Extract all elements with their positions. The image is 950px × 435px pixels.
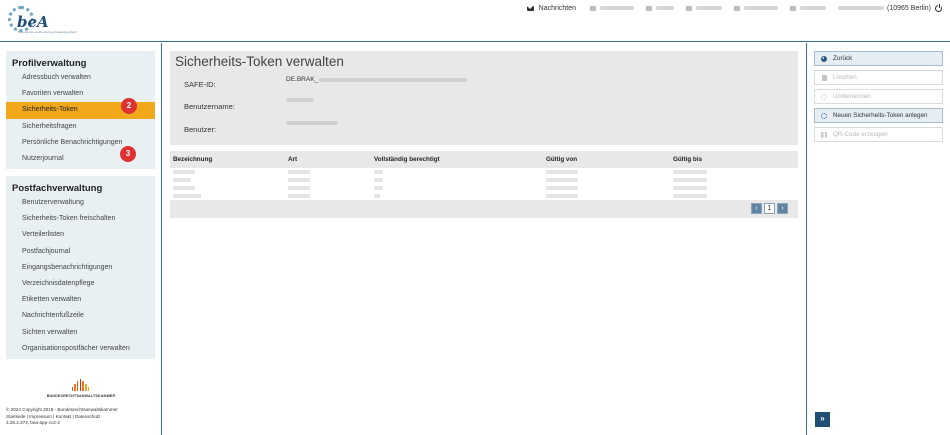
sidebar-item-nachrichtenfusszeile[interactable]: Nachrichtenfußzeile: [6, 308, 155, 324]
app-header: beA Besonderes elektronisches Anwaltspos…: [0, 0, 950, 42]
sidebar: Profilverwaltung Adressbuch verwalten Fa…: [0, 43, 162, 435]
sidebar-item-benutzerverwaltung[interactable]: Benutzerverwaltung: [6, 195, 155, 211]
mailbox-section: Postfachverwaltung Benutzerverwaltung Si…: [6, 176, 155, 359]
safe-id-label: SAFE-ID:: [184, 80, 216, 89]
nav-messages[interactable]: Nachrichten: [526, 4, 577, 12]
mailbox-section-title: Postfachverwaltung: [12, 183, 103, 194]
delete-button-label: Löschen: [833, 74, 857, 81]
token-table: Bezeichnung Art Vollständig berechtigt G…: [170, 151, 798, 218]
user-label: Benutzer:: [184, 125, 217, 134]
brak-logo-icon: [6, 379, 156, 391]
prev-page-button[interactable]: ‹: [751, 203, 762, 214]
redacted-username: [286, 98, 314, 102]
nav-item-redacted-4[interactable]: [734, 5, 779, 11]
step-badge-3: 3: [120, 146, 136, 162]
username-label: Benutzername:: [184, 102, 235, 111]
sidebar-item-eingangsbenachrichtigungen[interactable]: Eingangsbenachrichtigungen: [6, 260, 155, 276]
safe-id-value: DE.BRAK_: [286, 76, 468, 83]
sidebar-item-postfachjournal[interactable]: Postfachjournal: [6, 244, 155, 260]
back-arrow-icon: [821, 55, 827, 62]
brak-name: BUNDESRECHTSANWALTSKAMMER: [46, 394, 116, 398]
safe-id-prefix: DE.BRAK_: [286, 76, 319, 83]
nav-item-redacted-1[interactable]: [590, 5, 635, 11]
envelope-icon: [526, 5, 534, 11]
column-header-art[interactable]: Art: [288, 156, 297, 163]
nav-user-label: (10965 Berlin): [887, 4, 931, 12]
redacted-user: [286, 121, 338, 125]
sidebar-item-token-freischalten[interactable]: Sicherheits-Token freischalten: [6, 211, 155, 227]
sidebar-item-sichten[interactable]: Sichten verwalten: [6, 325, 155, 341]
bea-logo[interactable]: beA Besonderes elektronisches Anwaltspos…: [8, 6, 77, 34]
nav-user[interactable]: (10965 Berlin): [838, 3, 942, 12]
logo-text: beA: [17, 13, 49, 31]
user-value: [286, 121, 338, 125]
back-button[interactable]: Zurück: [814, 51, 943, 66]
table-row[interactable]: [170, 168, 798, 176]
action-panel: Zurück Löschen Umbenennen Neuen Sicherhe…: [806, 43, 950, 435]
redacted-icon: [686, 5, 693, 11]
redacted-icon: [646, 5, 653, 11]
column-header-bezeichnung[interactable]: Bezeichnung: [173, 156, 212, 163]
top-navigation: Nachrichten (10965 Berlin): [526, 3, 942, 13]
redacted-icon: [590, 5, 597, 11]
table-row[interactable]: [170, 192, 798, 200]
username-value: [286, 98, 314, 102]
redacted-icon: [790, 5, 797, 11]
nav-messages-label: Nachrichten: [538, 4, 577, 12]
sidebar-item-sicherheitsfragen[interactable]: Sicherheitsfragen: [6, 119, 155, 135]
back-button-label: Zurück: [833, 55, 853, 62]
qr-code-button[interactable]: QR-Code erzeugen: [814, 127, 943, 142]
step-badge-2: 2: [121, 98, 137, 114]
redacted-safe-id: [319, 77, 468, 82]
power-icon[interactable]: [935, 3, 942, 12]
column-header-berechtigt[interactable]: Vollständig berechtigt: [374, 156, 440, 163]
footer-version: 3.28.2.373, bea-app-cc2-2: [6, 420, 60, 425]
page-number-1[interactable]: 1: [764, 203, 775, 214]
column-header-gueltig-bis[interactable]: Gültig bis: [673, 156, 702, 163]
expand-panel-button[interactable]: »: [815, 412, 830, 427]
qr-code-icon: [821, 131, 827, 138]
redacted-user-name: [838, 6, 885, 10]
profile-section-title: Profilverwaltung: [12, 58, 87, 69]
next-page-button[interactable]: ›: [777, 203, 788, 214]
sidebar-item-adressbuch[interactable]: Adressbuch verwalten: [6, 70, 155, 86]
nav-item-redacted-2[interactable]: [646, 5, 675, 11]
nav-item-redacted-3[interactable]: [686, 5, 723, 11]
redacted-text: [656, 6, 675, 10]
token-info-panel: Sicherheits-Token verwalten SAFE-ID: DE.…: [170, 51, 798, 145]
new-token-button[interactable]: Neuen Sicherheits-Token anlegen: [814, 108, 943, 123]
redacted-text: [744, 6, 779, 10]
table-body: [170, 168, 798, 200]
main-content: Sicherheits-Token verwalten SAFE-ID: DE.…: [163, 43, 806, 435]
trash-icon: [821, 74, 827, 81]
table-row[interactable]: [170, 176, 798, 184]
gear-icon: [821, 112, 827, 119]
redacted-icon: [734, 5, 741, 11]
redacted-text: [800, 6, 827, 10]
sidebar-item-organisationspostfaecher[interactable]: Organisationspostfächer verwalten: [6, 341, 155, 357]
qr-code-button-label: QR-Code erzeugen: [833, 131, 888, 138]
nav-item-redacted-5[interactable]: [790, 5, 827, 11]
table-row[interactable]: [170, 184, 798, 192]
logo-tagline: Besonderes elektronisches Anwaltspostfac…: [18, 30, 77, 34]
new-token-button-label: Neuen Sicherheits-Token anlegen: [833, 112, 928, 119]
sidebar-item-verteilerlisten[interactable]: Verteilerlisten: [6, 227, 155, 243]
sidebar-item-etiketten[interactable]: Etiketten verwalten: [6, 292, 155, 308]
sidebar-item-verzeichnisdatenpflege[interactable]: Verzeichnisdatenpflege: [6, 276, 155, 292]
delete-button[interactable]: Löschen: [814, 70, 943, 85]
rename-button[interactable]: Umbenennen: [814, 89, 943, 104]
redacted-text: [696, 6, 723, 10]
gear-icon: [821, 93, 827, 100]
sidebar-footer: BUNDESRECHTSANWALTSKAMMER © 2024 Copyrig…: [6, 379, 156, 427]
page-title: Sicherheits-Token verwalten: [175, 54, 344, 69]
redacted-text: [600, 6, 635, 10]
rename-button-label: Umbenennen: [833, 93, 871, 100]
column-header-gueltig-von[interactable]: Gültig von: [546, 156, 577, 163]
pagination: ‹ 1 ›: [749, 203, 788, 214]
